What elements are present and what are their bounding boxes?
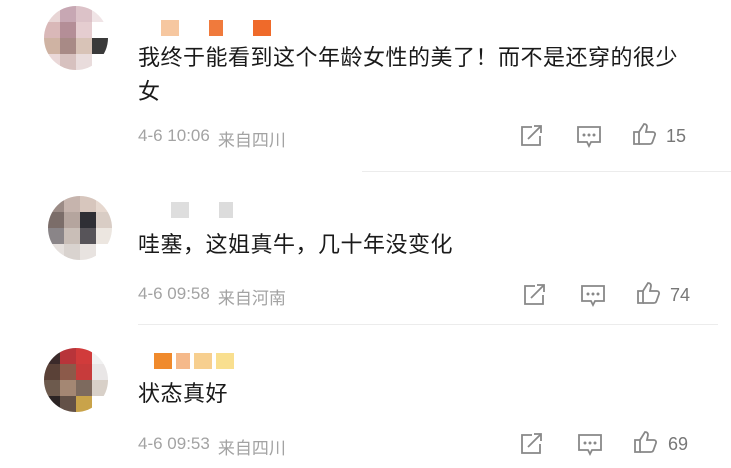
- avatar-mosaic-tile: [60, 396, 76, 412]
- avatar-mosaic-tile: [76, 380, 92, 396]
- like-count: 69: [668, 434, 689, 454]
- avatar-mosaic-tile: [76, 348, 92, 364]
- avatar-mosaic-tile: [92, 348, 108, 364]
- comment-location: 来自河南: [217, 289, 286, 308]
- comment-date: 4-6 09:53: [138, 434, 210, 453]
- avatar-mosaic-tile: [48, 228, 64, 244]
- avatar-mosaic-tile: [76, 396, 92, 412]
- like-count: 74: [670, 285, 691, 305]
- avatar[interactable]: [44, 348, 108, 412]
- share-icon[interactable]: [519, 432, 545, 456]
- username-mosaic-block: [154, 353, 172, 369]
- comment-location: 来自四川: [217, 439, 286, 458]
- avatar-mosaic-tile: [96, 244, 112, 260]
- avatar-mosaic-tile: [48, 196, 64, 212]
- username[interactable]: [171, 202, 233, 218]
- avatar-mosaic-tile: [92, 364, 108, 380]
- avatar-mosaic-tile: [60, 348, 76, 364]
- comment-text: 状态真好: [138, 382, 229, 407]
- avatar-mosaic-tile: [64, 212, 80, 228]
- avatar-mosaic-tile: [64, 196, 80, 212]
- avatar-mosaic-tile: [44, 396, 60, 412]
- avatar-mosaic-tile: [48, 244, 64, 260]
- thumbs-up-icon[interactable]: [636, 281, 662, 305]
- avatar-mosaic-tile: [96, 228, 112, 244]
- comment-date: 4-6 09:58: [138, 284, 210, 303]
- avatar-mosaic-tile: [92, 380, 108, 396]
- comment-text: 哇塞，这姐真牛，几十年没变化: [138, 233, 454, 258]
- avatar-mosaic-tile: [64, 228, 80, 244]
- comment-icon[interactable]: [577, 432, 603, 456]
- avatar-mosaic-tile: [80, 212, 96, 228]
- comment-item-3: 状态真好 4-6 09:53 来自四川 69: [0, 0, 731, 458]
- avatar-mosaic-tile: [80, 196, 96, 212]
- username-mosaic-block: [194, 353, 212, 369]
- avatar-mosaic-tile: [60, 380, 76, 396]
- avatar-mosaic-tile: [48, 212, 64, 228]
- comment-meta: 4-6 09:53 来自四川: [138, 434, 286, 459]
- avatar[interactable]: [48, 196, 112, 260]
- avatar-mosaic-tile: [60, 364, 76, 380]
- divider: [362, 171, 731, 172]
- share-icon[interactable]: [522, 283, 548, 307]
- avatar-mosaic-tile: [44, 348, 60, 364]
- avatar-mosaic-tile: [96, 212, 112, 228]
- avatar-mosaic-tile: [96, 196, 112, 212]
- username-mosaic-block: [216, 353, 234, 369]
- avatar-mosaic-tile: [76, 364, 92, 380]
- avatar-mosaic-tile: [80, 244, 96, 260]
- avatar-mosaic-tile: [64, 244, 80, 260]
- comment-icon[interactable]: [580, 283, 606, 307]
- avatar-mosaic-tile: [44, 364, 60, 380]
- avatar-mosaic-tile: [44, 380, 60, 396]
- username-mosaic-block: [219, 202, 233, 218]
- username[interactable]: [154, 353, 234, 369]
- username-mosaic-block: [171, 202, 189, 218]
- comment-meta: 4-6 09:58 来自河南: [138, 284, 286, 309]
- divider: [138, 324, 718, 325]
- avatar-mosaic-tile: [92, 396, 108, 412]
- thumbs-up-icon[interactable]: [633, 430, 659, 454]
- username-mosaic-block: [176, 353, 190, 369]
- avatar-mosaic-tile: [80, 228, 96, 244]
